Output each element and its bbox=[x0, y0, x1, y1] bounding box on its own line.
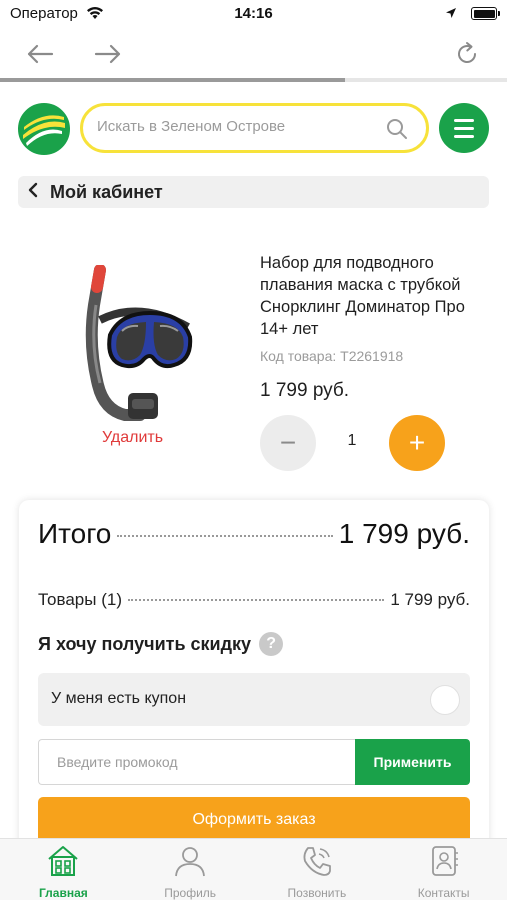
discount-heading: Я хочу получить скидку ? bbox=[38, 632, 284, 656]
progress-fill bbox=[0, 78, 345, 82]
contacts-icon bbox=[427, 845, 461, 882]
total-label: Итого bbox=[38, 518, 112, 549]
tab-contacts-label: Контакты bbox=[417, 886, 470, 900]
product-code: Код товара: T2261918 bbox=[260, 348, 404, 364]
site-header bbox=[0, 100, 507, 160]
bottom-tab-bar: Главная Профиль Позвонить Контакты bbox=[0, 838, 507, 900]
battery-icon bbox=[471, 7, 500, 20]
back-arrow-icon[interactable] bbox=[24, 38, 56, 70]
page-load-progress bbox=[0, 78, 507, 82]
profile-icon bbox=[173, 845, 207, 882]
search-box bbox=[80, 103, 429, 153]
leader-dots bbox=[127, 599, 385, 601]
increase-quantity-button[interactable]: + bbox=[389, 415, 445, 471]
promo-code-form: Применить bbox=[38, 739, 470, 785]
order-summary-card: Итого 1 799 руб. Товары (1) 1 799 руб. Я… bbox=[19, 500, 489, 860]
promo-input-wrapper bbox=[38, 739, 356, 785]
menu-line bbox=[454, 126, 474, 130]
product-title[interactable]: Набор для подводного плавания маска с тр… bbox=[260, 252, 490, 340]
search-input[interactable] bbox=[97, 118, 377, 135]
chevron-left-icon bbox=[28, 182, 38, 203]
menu-line bbox=[454, 118, 474, 122]
quantity-stepper: − 1 + bbox=[260, 415, 450, 471]
goods-label: Товары (1) bbox=[38, 590, 122, 609]
menu-icon[interactable] bbox=[439, 103, 489, 153]
checkout-button[interactable]: Оформить заказ bbox=[38, 797, 470, 843]
goods-value: 1 799 руб. bbox=[390, 590, 470, 609]
product-image[interactable] bbox=[70, 264, 200, 425]
reload-icon[interactable] bbox=[451, 38, 483, 70]
decrease-quantity-button[interactable]: − bbox=[260, 415, 316, 471]
delete-item-link[interactable]: Удалить bbox=[60, 429, 205, 447]
help-icon[interactable]: ? bbox=[259, 632, 284, 656]
total-value: 1 799 руб. bbox=[338, 518, 470, 549]
browser-toolbar bbox=[0, 28, 507, 80]
product-price: 1 799 руб. bbox=[260, 380, 350, 401]
search-icon[interactable] bbox=[386, 118, 408, 145]
clock: 14:16 bbox=[234, 5, 273, 22]
breadcrumb-label: Мой кабинет bbox=[50, 181, 163, 202]
phone-icon bbox=[300, 845, 334, 882]
promo-code-input[interactable] bbox=[57, 754, 337, 770]
coupon-toggle[interactable] bbox=[430, 685, 460, 715]
total-row: Итого 1 799 руб. bbox=[38, 518, 470, 550]
tab-contacts[interactable]: Контакты bbox=[380, 839, 507, 900]
tab-home[interactable]: Главная bbox=[0, 839, 127, 900]
apply-promo-button[interactable]: Применить bbox=[355, 739, 470, 785]
goods-row: Товары (1) 1 799 руб. bbox=[38, 590, 470, 610]
tab-call[interactable]: Позвонить bbox=[254, 839, 381, 900]
tab-profile-label: Профиль bbox=[164, 886, 217, 900]
location-arrow-icon bbox=[445, 6, 457, 24]
breadcrumb[interactable]: Мой кабинет bbox=[18, 176, 489, 208]
menu-line bbox=[454, 134, 474, 138]
forward-arrow-icon[interactable] bbox=[92, 38, 124, 70]
status-bar: Оператор 14:16 bbox=[0, 0, 507, 28]
coupon-toggle-row[interactable]: У меня есть купон bbox=[38, 673, 470, 726]
tab-profile[interactable]: Профиль bbox=[127, 839, 254, 900]
site-logo[interactable] bbox=[18, 103, 70, 155]
leader-dots bbox=[117, 535, 333, 537]
discount-label: Я хочу получить скидку bbox=[38, 633, 252, 654]
home-icon bbox=[46, 845, 80, 882]
tab-home-label: Главная bbox=[38, 886, 88, 900]
tab-call-label: Позвонить bbox=[287, 886, 347, 900]
coupon-label: У меня есть купон bbox=[51, 690, 187, 707]
quantity-value: 1 bbox=[347, 432, 357, 449]
